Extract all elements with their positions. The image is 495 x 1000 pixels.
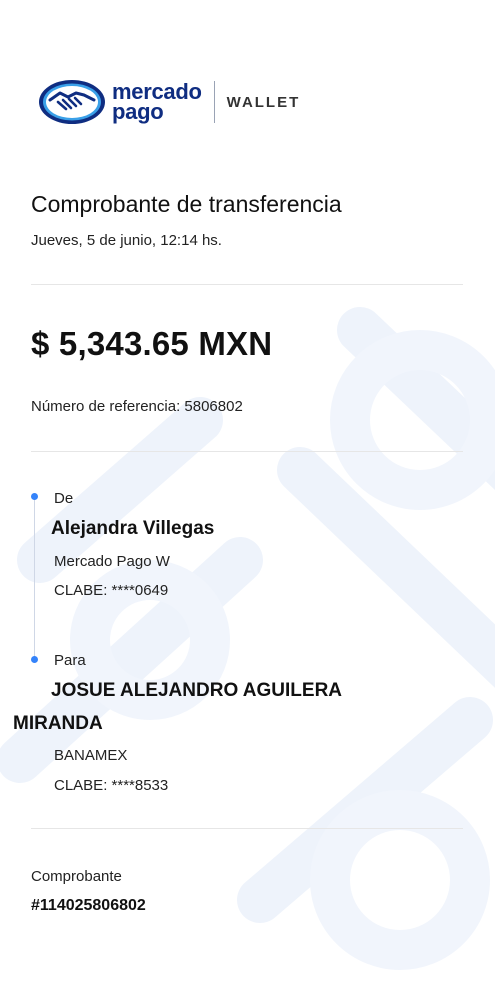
recipient-bank: BANAMEX	[54, 747, 128, 764]
divider	[31, 828, 463, 829]
receipt-number: #114025806802	[31, 897, 146, 914]
page-title: Comprobante de transferencia	[31, 191, 342, 217]
divider	[31, 284, 463, 285]
brand-line-2: pago	[112, 99, 164, 124]
to-label: Para	[54, 652, 86, 669]
divider	[31, 451, 463, 452]
handshake-icon	[39, 80, 105, 124]
recipient-clabe: CLABE: ****8533	[54, 777, 169, 794]
brand-name: mercado pago	[112, 81, 202, 124]
timeline-dot-to	[31, 656, 38, 663]
receipt-label: Comprobante	[31, 868, 122, 885]
from-label: De	[54, 490, 74, 507]
sender-name: Alejandra Villegas	[51, 518, 215, 539]
recipient-name: JOSUE ALEJANDRO AGUILERA MIRANDA	[13, 680, 342, 734]
mercado-pago-logo: mercado pago WALLET	[38, 78, 300, 126]
timeline-line	[34, 497, 35, 659]
timeline-dot-from	[31, 493, 38, 500]
transfer-date: Jueves, 5 de junio, 12:14 hs.	[31, 232, 222, 249]
reference-number: Número de referencia: 5806802	[31, 398, 243, 415]
wallet-label: WALLET	[226, 93, 301, 111]
sender-bank: Mercado Pago W	[54, 553, 170, 570]
transfer-amount: $ 5,343.65 MXN	[31, 325, 273, 362]
logo-divider	[213, 81, 215, 123]
sender-clabe: CLABE: ****0649	[54, 582, 169, 599]
